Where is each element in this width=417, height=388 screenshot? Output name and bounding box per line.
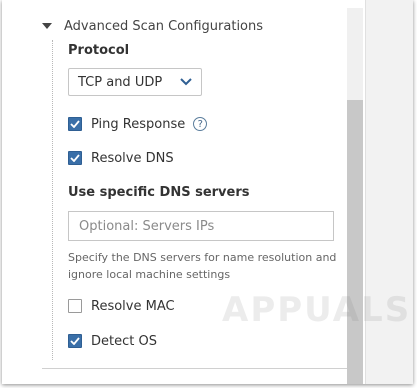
section-guide-line [52,40,53,360]
advanced-scan-section-header[interactable]: Advanced Scan Configurations [42,16,263,36]
checkmark-icon [70,120,80,128]
detect-os-checkbox[interactable] [68,334,82,348]
detect-os-label[interactable]: Detect OS [91,334,157,349]
ping-response-checkbox[interactable] [68,117,82,131]
protocol-selected-value: TCP and UDP [78,75,163,90]
scrollbar-thumb[interactable] [347,100,363,384]
checkmark-icon [70,154,80,162]
checkmark-icon [70,337,80,345]
detect-os-row: Detect OS [68,332,157,350]
help-icon[interactable]: ? [193,117,208,131]
protocol-label: Protocol [68,43,130,58]
settings-panel: Advanced Scan Configurations Protocol TC… [2,0,413,384]
section-title: Advanced Scan Configurations [64,18,264,34]
caret-down-icon[interactable] [42,23,52,29]
resolve-dns-row: Resolve DNS [68,149,174,167]
dns-servers-label: Use specific DNS servers [68,185,250,200]
resolve-dns-label[interactable]: Resolve DNS [91,151,174,166]
dns-servers-hint: Specify the DNS servers for name resolut… [68,251,337,281]
dns-servers-input[interactable] [68,211,334,241]
ping-response-row: Ping Response ? [68,115,208,133]
ping-response-label[interactable]: Ping Response [91,117,185,132]
resolve-mac-checkbox[interactable] [68,299,82,313]
resolve-mac-row: Resolve MAC [68,297,175,315]
chevron-down-icon [180,78,192,86]
protocol-select[interactable]: TCP and UDP [68,68,202,96]
section-divider [42,368,347,369]
resolve-mac-label[interactable]: Resolve MAC [91,299,175,314]
resolve-dns-checkbox[interactable] [68,151,82,165]
watermark-logo: APPUALS [222,290,412,330]
